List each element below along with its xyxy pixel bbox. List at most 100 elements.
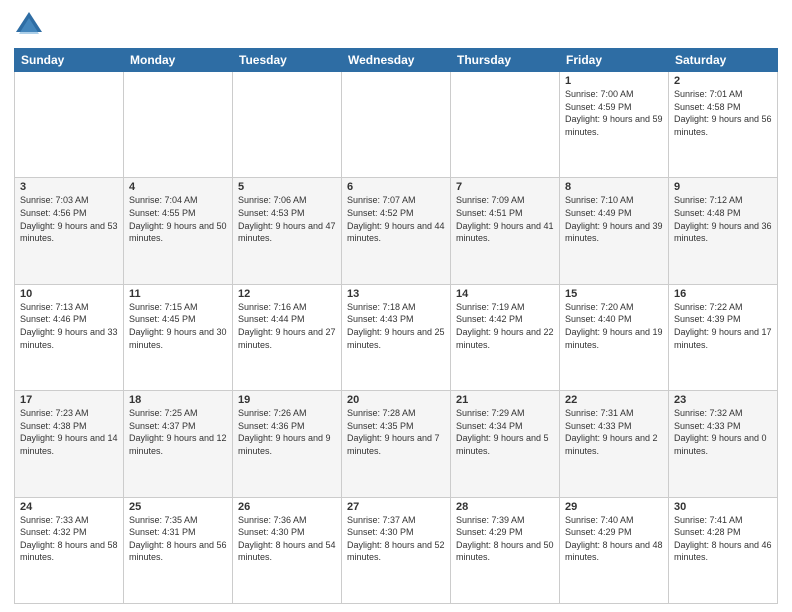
day-info: Sunrise: 7:39 AM Sunset: 4:29 PM Dayligh… bbox=[456, 514, 554, 564]
day-number: 21 bbox=[456, 394, 554, 406]
table-row bbox=[233, 72, 342, 178]
day-info: Sunrise: 7:23 AM Sunset: 4:38 PM Dayligh… bbox=[20, 407, 118, 457]
table-row bbox=[15, 72, 124, 178]
day-number: 13 bbox=[347, 288, 445, 300]
table-row: 3Sunrise: 7:03 AM Sunset: 4:56 PM Daylig… bbox=[15, 178, 124, 284]
week-row: 10Sunrise: 7:13 AM Sunset: 4:46 PM Dayli… bbox=[15, 284, 778, 390]
week-row: 3Sunrise: 7:03 AM Sunset: 4:56 PM Daylig… bbox=[15, 178, 778, 284]
day-number: 8 bbox=[565, 181, 663, 193]
table-row: 28Sunrise: 7:39 AM Sunset: 4:29 PM Dayli… bbox=[451, 497, 560, 603]
table-row: 20Sunrise: 7:28 AM Sunset: 4:35 PM Dayli… bbox=[342, 391, 451, 497]
col-saturday: Saturday bbox=[669, 49, 778, 72]
day-info: Sunrise: 7:33 AM Sunset: 4:32 PM Dayligh… bbox=[20, 514, 118, 564]
table-row: 11Sunrise: 7:15 AM Sunset: 4:45 PM Dayli… bbox=[124, 284, 233, 390]
table-row: 22Sunrise: 7:31 AM Sunset: 4:33 PM Dayli… bbox=[560, 391, 669, 497]
header bbox=[14, 10, 778, 40]
table-row: 15Sunrise: 7:20 AM Sunset: 4:40 PM Dayli… bbox=[560, 284, 669, 390]
table-row: 8Sunrise: 7:10 AM Sunset: 4:49 PM Daylig… bbox=[560, 178, 669, 284]
page: Sunday Monday Tuesday Wednesday Thursday… bbox=[0, 0, 792, 612]
day-info: Sunrise: 7:22 AM Sunset: 4:39 PM Dayligh… bbox=[674, 301, 772, 351]
day-info: Sunrise: 7:13 AM Sunset: 4:46 PM Dayligh… bbox=[20, 301, 118, 351]
day-info: Sunrise: 7:01 AM Sunset: 4:58 PM Dayligh… bbox=[674, 88, 772, 138]
day-info: Sunrise: 7:26 AM Sunset: 4:36 PM Dayligh… bbox=[238, 407, 336, 457]
table-row: 27Sunrise: 7:37 AM Sunset: 4:30 PM Dayli… bbox=[342, 497, 451, 603]
day-info: Sunrise: 7:36 AM Sunset: 4:30 PM Dayligh… bbox=[238, 514, 336, 564]
table-row: 10Sunrise: 7:13 AM Sunset: 4:46 PM Dayli… bbox=[15, 284, 124, 390]
header-row: Sunday Monday Tuesday Wednesday Thursday… bbox=[15, 49, 778, 72]
day-number: 18 bbox=[129, 394, 227, 406]
day-info: Sunrise: 7:35 AM Sunset: 4:31 PM Dayligh… bbox=[129, 514, 227, 564]
day-number: 15 bbox=[565, 288, 663, 300]
day-info: Sunrise: 7:41 AM Sunset: 4:28 PM Dayligh… bbox=[674, 514, 772, 564]
table-row: 26Sunrise: 7:36 AM Sunset: 4:30 PM Dayli… bbox=[233, 497, 342, 603]
day-info: Sunrise: 7:28 AM Sunset: 4:35 PM Dayligh… bbox=[347, 407, 445, 457]
col-friday: Friday bbox=[560, 49, 669, 72]
day-number: 30 bbox=[674, 501, 772, 513]
day-number: 12 bbox=[238, 288, 336, 300]
day-number: 24 bbox=[20, 501, 118, 513]
week-row: 24Sunrise: 7:33 AM Sunset: 4:32 PM Dayli… bbox=[15, 497, 778, 603]
col-monday: Monday bbox=[124, 49, 233, 72]
day-number: 14 bbox=[456, 288, 554, 300]
table-row: 17Sunrise: 7:23 AM Sunset: 4:38 PM Dayli… bbox=[15, 391, 124, 497]
table-row: 23Sunrise: 7:32 AM Sunset: 4:33 PM Dayli… bbox=[669, 391, 778, 497]
day-number: 7 bbox=[456, 181, 554, 193]
day-number: 9 bbox=[674, 181, 772, 193]
table-row: 21Sunrise: 7:29 AM Sunset: 4:34 PM Dayli… bbox=[451, 391, 560, 497]
day-number: 3 bbox=[20, 181, 118, 193]
day-number: 1 bbox=[565, 75, 663, 87]
col-tuesday: Tuesday bbox=[233, 49, 342, 72]
day-info: Sunrise: 7:18 AM Sunset: 4:43 PM Dayligh… bbox=[347, 301, 445, 351]
col-wednesday: Wednesday bbox=[342, 49, 451, 72]
day-info: Sunrise: 7:15 AM Sunset: 4:45 PM Dayligh… bbox=[129, 301, 227, 351]
day-number: 17 bbox=[20, 394, 118, 406]
day-info: Sunrise: 7:10 AM Sunset: 4:49 PM Dayligh… bbox=[565, 194, 663, 244]
table-row: 2Sunrise: 7:01 AM Sunset: 4:58 PM Daylig… bbox=[669, 72, 778, 178]
day-info: Sunrise: 7:07 AM Sunset: 4:52 PM Dayligh… bbox=[347, 194, 445, 244]
table-row: 30Sunrise: 7:41 AM Sunset: 4:28 PM Dayli… bbox=[669, 497, 778, 603]
day-number: 5 bbox=[238, 181, 336, 193]
day-number: 10 bbox=[20, 288, 118, 300]
day-info: Sunrise: 7:37 AM Sunset: 4:30 PM Dayligh… bbox=[347, 514, 445, 564]
table-row: 6Sunrise: 7:07 AM Sunset: 4:52 PM Daylig… bbox=[342, 178, 451, 284]
table-row: 4Sunrise: 7:04 AM Sunset: 4:55 PM Daylig… bbox=[124, 178, 233, 284]
day-number: 19 bbox=[238, 394, 336, 406]
table-row: 18Sunrise: 7:25 AM Sunset: 4:37 PM Dayli… bbox=[124, 391, 233, 497]
day-number: 27 bbox=[347, 501, 445, 513]
day-info: Sunrise: 7:19 AM Sunset: 4:42 PM Dayligh… bbox=[456, 301, 554, 351]
day-number: 25 bbox=[129, 501, 227, 513]
day-info: Sunrise: 7:03 AM Sunset: 4:56 PM Dayligh… bbox=[20, 194, 118, 244]
table-row bbox=[451, 72, 560, 178]
table-row: 1Sunrise: 7:00 AM Sunset: 4:59 PM Daylig… bbox=[560, 72, 669, 178]
week-row: 17Sunrise: 7:23 AM Sunset: 4:38 PM Dayli… bbox=[15, 391, 778, 497]
week-row: 1Sunrise: 7:00 AM Sunset: 4:59 PM Daylig… bbox=[15, 72, 778, 178]
day-info: Sunrise: 7:06 AM Sunset: 4:53 PM Dayligh… bbox=[238, 194, 336, 244]
table-row: 9Sunrise: 7:12 AM Sunset: 4:48 PM Daylig… bbox=[669, 178, 778, 284]
day-number: 4 bbox=[129, 181, 227, 193]
table-row: 14Sunrise: 7:19 AM Sunset: 4:42 PM Dayli… bbox=[451, 284, 560, 390]
day-info: Sunrise: 7:12 AM Sunset: 4:48 PM Dayligh… bbox=[674, 194, 772, 244]
day-info: Sunrise: 7:00 AM Sunset: 4:59 PM Dayligh… bbox=[565, 88, 663, 138]
day-info: Sunrise: 7:25 AM Sunset: 4:37 PM Dayligh… bbox=[129, 407, 227, 457]
day-number: 20 bbox=[347, 394, 445, 406]
day-info: Sunrise: 7:29 AM Sunset: 4:34 PM Dayligh… bbox=[456, 407, 554, 457]
day-info: Sunrise: 7:40 AM Sunset: 4:29 PM Dayligh… bbox=[565, 514, 663, 564]
col-sunday: Sunday bbox=[15, 49, 124, 72]
day-number: 26 bbox=[238, 501, 336, 513]
day-number: 11 bbox=[129, 288, 227, 300]
day-number: 23 bbox=[674, 394, 772, 406]
table-row: 13Sunrise: 7:18 AM Sunset: 4:43 PM Dayli… bbox=[342, 284, 451, 390]
day-number: 16 bbox=[674, 288, 772, 300]
table-row: 29Sunrise: 7:40 AM Sunset: 4:29 PM Dayli… bbox=[560, 497, 669, 603]
day-number: 6 bbox=[347, 181, 445, 193]
day-info: Sunrise: 7:32 AM Sunset: 4:33 PM Dayligh… bbox=[674, 407, 772, 457]
table-row: 19Sunrise: 7:26 AM Sunset: 4:36 PM Dayli… bbox=[233, 391, 342, 497]
table-row: 16Sunrise: 7:22 AM Sunset: 4:39 PM Dayli… bbox=[669, 284, 778, 390]
day-info: Sunrise: 7:20 AM Sunset: 4:40 PM Dayligh… bbox=[565, 301, 663, 351]
day-number: 29 bbox=[565, 501, 663, 513]
table-row: 25Sunrise: 7:35 AM Sunset: 4:31 PM Dayli… bbox=[124, 497, 233, 603]
logo bbox=[14, 10, 50, 40]
day-info: Sunrise: 7:16 AM Sunset: 4:44 PM Dayligh… bbox=[238, 301, 336, 351]
calendar-table: Sunday Monday Tuesday Wednesday Thursday… bbox=[14, 48, 778, 604]
day-number: 2 bbox=[674, 75, 772, 87]
